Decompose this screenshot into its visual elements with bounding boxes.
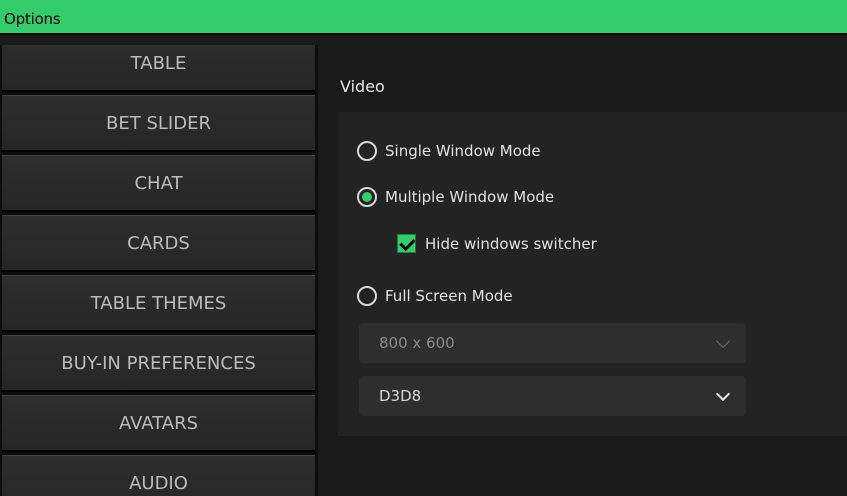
video-options-panel: Single Window Mode Multiple Window Mode … [338,112,847,436]
window-title: Options [4,10,61,28]
sidebar-item-avatars[interactable]: AVATARS [2,395,315,452]
sidebar-item-audio[interactable]: AUDIO [2,455,315,496]
sidebar-item-bet-slider[interactable]: BET SLIDER [2,95,315,152]
resolution-value: 800 x 600 [379,334,455,352]
chevron-down-icon [715,333,731,349]
full-screen-mode-label: Full Screen Mode [385,287,513,305]
sidebar: TABLE BET SLIDER CHAT CARDS TABLE THEMES… [0,45,318,496]
title-bar: Options [0,0,847,35]
full-screen-mode-option[interactable]: Full Screen Mode [357,286,513,306]
radio-icon[interactable] [357,286,377,306]
sidebar-item-table[interactable]: TABLE [2,45,315,92]
section-title: Video [340,77,385,96]
renderer-value: D3D8 [379,387,422,405]
chevron-down-icon [715,386,731,402]
multiple-window-mode-label: Multiple Window Mode [385,188,555,206]
multiple-window-mode-option[interactable]: Multiple Window Mode [357,187,554,207]
sidebar-item-table-themes[interactable]: TABLE THEMES [2,275,315,332]
radio-selected-icon[interactable] [357,187,377,207]
sidebar-item-buy-in-preferences[interactable]: BUY-IN PREFERENCES [2,335,315,392]
resolution-dropdown[interactable]: 800 x 600 [359,323,746,363]
checkbox-checked-icon[interactable] [397,234,416,253]
renderer-dropdown[interactable]: D3D8 [359,376,746,416]
settings-content: Video Single Window Mode Multiple Window… [318,45,847,496]
single-window-mode-option[interactable]: Single Window Mode [357,141,541,161]
hide-windows-switcher-option[interactable]: Hide windows switcher [397,234,597,253]
sidebar-item-chat[interactable]: CHAT [2,155,315,212]
sidebar-item-cards[interactable]: CARDS [2,215,315,272]
hide-windows-switcher-label: Hide windows switcher [425,234,597,253]
radio-icon[interactable] [357,141,377,161]
single-window-mode-label: Single Window Mode [385,142,541,160]
